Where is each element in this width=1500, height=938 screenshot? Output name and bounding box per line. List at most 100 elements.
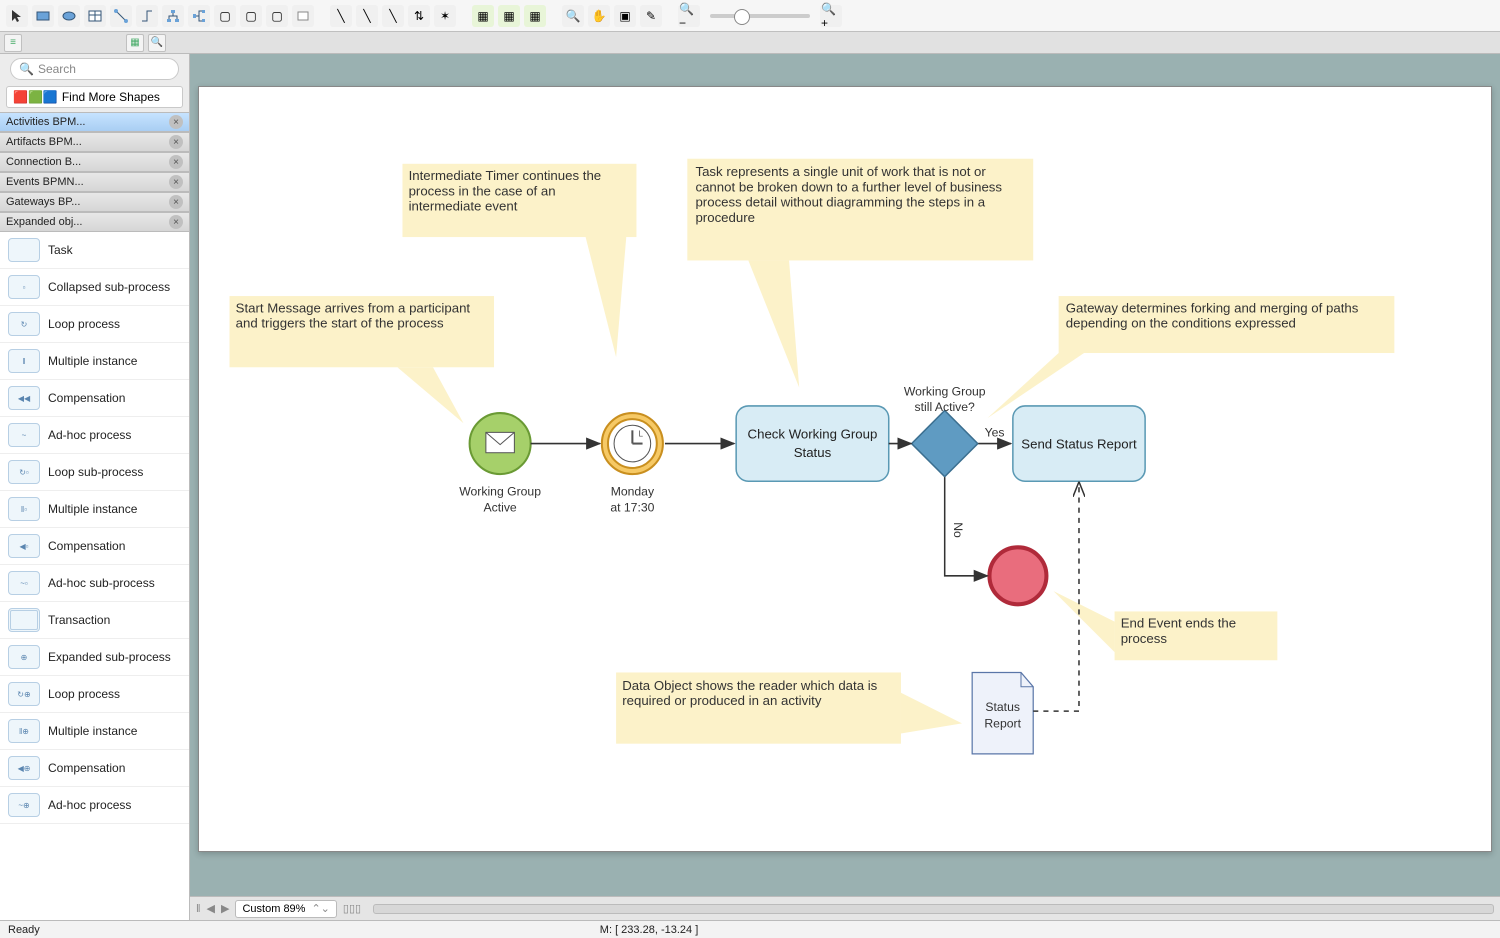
zoom-slider[interactable] (710, 14, 810, 18)
shape-adhoc-process[interactable]: ~Ad-hoc process (0, 417, 189, 454)
close-icon[interactable]: × (169, 135, 183, 149)
panel-activities[interactable]: Activities BPM... × (0, 112, 189, 132)
shape-label: Transaction (48, 613, 110, 627)
svg-text:L: L (638, 429, 643, 438)
object-icon[interactable] (292, 5, 314, 27)
shape-label: Collapsed sub-process (48, 280, 170, 294)
shape-transaction[interactable]: Transaction (0, 602, 189, 639)
shape-multiple-instance[interactable]: ‖Multiple instance (0, 343, 189, 380)
shape-loop-subprocess[interactable]: ↻▫Loop sub-process (0, 454, 189, 491)
shape-multiple-instance-3[interactable]: ‖⊕Multiple instance (0, 713, 189, 750)
search-toggle-icon[interactable]: 🔍 (148, 34, 166, 52)
data-object-status-report[interactable]: Status Report (972, 672, 1033, 753)
group-1-icon[interactable]: ▦ (472, 5, 494, 27)
close-icon[interactable]: × (169, 155, 183, 169)
connector-1-icon[interactable] (110, 5, 132, 27)
svg-text:Check Working Group: Check Working Group (748, 426, 878, 441)
tree-1-icon[interactable] (162, 5, 184, 27)
line-5-icon[interactable]: ✶ (434, 5, 456, 27)
shape-expanded-subprocess[interactable]: ⊕Expanded sub-process (0, 639, 189, 676)
panel-expanded[interactable]: Expanded obj... × (0, 212, 189, 232)
next-page-icon[interactable]: ▶ (221, 902, 229, 915)
shape-adhoc-process-2[interactable]: ~⊕Ad-hoc process (0, 787, 189, 824)
shape-label: Multiple instance (48, 502, 137, 516)
panel-label: Expanded obj... (6, 216, 82, 228)
task-send-report[interactable]: Send Status Report (1013, 406, 1145, 481)
shape-label: Multiple instance (48, 354, 137, 368)
tree-3-icon[interactable]: ▢ (214, 5, 236, 27)
tree-4-icon[interactable]: ▢ (240, 5, 262, 27)
close-icon[interactable]: × (169, 195, 183, 209)
horizontal-scrollbar[interactable] (373, 904, 1494, 914)
svg-text:Send Status Report: Send Status Report (1021, 437, 1137, 452)
group-2-icon[interactable]: ▦ (498, 5, 520, 27)
line-3-icon[interactable]: ╲ (382, 5, 404, 27)
pause-icon[interactable]: ‖ (196, 903, 201, 915)
secondary-toolbar: ≡ ▦ 🔍 (0, 32, 1500, 54)
intermediate-timer-event[interactable]: L (602, 413, 663, 474)
shape-adhoc-subprocess[interactable]: ~▫Ad-hoc sub-process (0, 565, 189, 602)
edge-no-label: No (951, 522, 965, 538)
canvas-region: Start Message arrives from a participant… (190, 54, 1500, 920)
stamp-tool-icon[interactable]: ▣ (614, 5, 636, 27)
shape-compensation[interactable]: ◀◀Compensation (0, 380, 189, 417)
shape-label: Multiple instance (48, 724, 137, 738)
panel-connection[interactable]: Connection B... × (0, 152, 189, 172)
line-1-icon[interactable]: ╲ (330, 5, 352, 27)
zoom-out-icon[interactable]: 🔍− (678, 5, 700, 27)
line-2-icon[interactable]: ╲ (356, 5, 378, 27)
oval-shape-icon[interactable] (58, 5, 80, 27)
panel-gateways[interactable]: Gateways BP... × (0, 192, 189, 212)
stepper-icon[interactable]: ⌃⌄ (311, 902, 329, 915)
shapes-palette-icon: 🟥🟩🟦 (13, 90, 58, 104)
close-icon[interactable]: × (169, 215, 183, 229)
zoom-label: Custom 89% (242, 903, 305, 915)
search-input[interactable]: 🔍 Search (10, 58, 179, 80)
shape-loop-process[interactable]: ↻Loop process (0, 306, 189, 343)
grid-view-icon[interactable]: ▦ (126, 34, 144, 52)
data-association[interactable] (1033, 483, 1079, 711)
close-icon[interactable]: × (169, 115, 183, 129)
table-shape-icon[interactable] (84, 5, 106, 27)
panel-label: Events BPMN... (6, 176, 84, 188)
page-thumbs-icon[interactable]: ▯▯▯ (343, 902, 361, 915)
canvas-scroll[interactable]: Start Message arrives from a participant… (190, 54, 1500, 896)
cursor-tool-icon[interactable] (6, 5, 28, 27)
shape-label: Loop process (48, 317, 120, 331)
shape-label: Compensation (48, 539, 125, 553)
line-4-icon[interactable]: ⇅ (408, 5, 430, 27)
tree-5-icon[interactable]: ▢ (266, 5, 288, 27)
panel-artifacts[interactable]: Artifacts BPM... × (0, 132, 189, 152)
eyedropper-tool-icon[interactable]: ✎ (640, 5, 662, 27)
shape-multiple-instance-2[interactable]: ‖▫Multiple instance (0, 491, 189, 528)
hand-tool-icon[interactable]: ✋ (588, 5, 610, 27)
drawing-page[interactable]: Start Message arrives from a participant… (198, 86, 1492, 852)
connector-2-icon[interactable] (136, 5, 158, 27)
shape-label: Ad-hoc process (48, 798, 131, 812)
rect-shape-icon[interactable] (32, 5, 54, 27)
outline-toggle-icon[interactable]: ≡ (4, 34, 22, 52)
shape-collapsed-subprocess[interactable]: ▫Collapsed sub-process (0, 269, 189, 306)
find-more-shapes-button[interactable]: 🟥🟩🟦 Find More Shapes (6, 86, 183, 108)
note-gateway: Gateway determines forking and merging o… (987, 296, 1394, 418)
start-message-event[interactable] (470, 413, 531, 474)
task-check-status[interactable]: Check Working Group Status (736, 406, 889, 481)
panel-events[interactable]: Events BPMN... × (0, 172, 189, 192)
zoom-in-icon[interactable]: 🔍+ (820, 5, 842, 27)
shape-compensation-2[interactable]: ◀▫Compensation (0, 528, 189, 565)
note-start: Start Message arrives from a participant… (230, 296, 495, 423)
shape-label: Ad-hoc process (48, 428, 131, 442)
gateway-active[interactable] (912, 410, 978, 476)
shape-loop-process-2[interactable]: ↻⊕Loop process (0, 676, 189, 713)
tree-2-icon[interactable] (188, 5, 210, 27)
group-3-icon[interactable]: ▦ (524, 5, 546, 27)
shape-compensation-3[interactable]: ◀⊕Compensation (0, 750, 189, 787)
zoom-tool-icon[interactable]: 🔍 (562, 5, 584, 27)
prev-page-icon[interactable]: ◀ (207, 902, 215, 915)
start-event-label-2: Active (484, 501, 517, 515)
end-event[interactable] (989, 547, 1046, 604)
shape-task[interactable]: Task (0, 232, 189, 269)
zoom-dropdown[interactable]: Custom 89% ⌃⌄ (235, 900, 336, 918)
gateway-label-1: Working Group (904, 385, 986, 399)
close-icon[interactable]: × (169, 175, 183, 189)
